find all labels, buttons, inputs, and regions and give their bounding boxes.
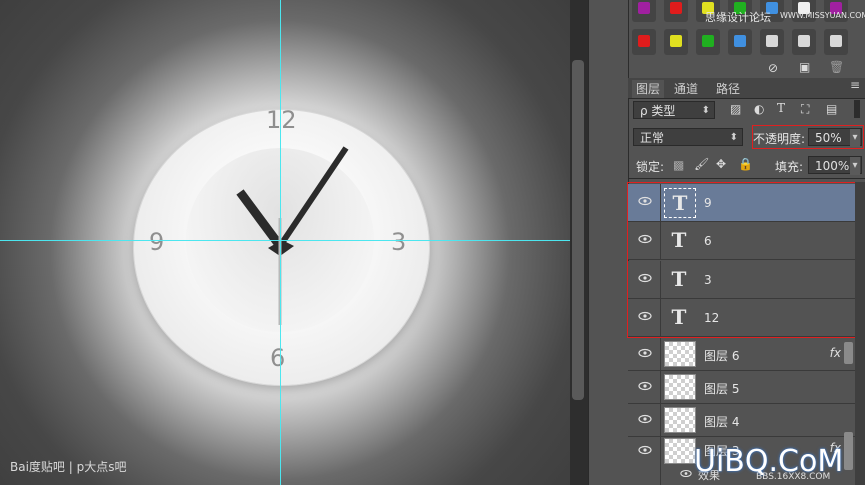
type-filter-icon[interactable]: T bbox=[777, 101, 785, 115]
style-swatch[interactable] bbox=[664, 29, 688, 55]
eye-icon[interactable] bbox=[638, 381, 652, 391]
eye-icon[interactable] bbox=[638, 311, 652, 321]
canvas-scrollbar-thumb[interactable] bbox=[572, 60, 584, 400]
fill-value: 100% bbox=[815, 159, 850, 173]
layer-divider bbox=[660, 184, 661, 221]
layer-thumbnail bbox=[664, 438, 696, 464]
layer-row-12[interactable]: T 12 bbox=[628, 299, 855, 337]
layer-divider bbox=[660, 404, 661, 436]
text-layer-thumbnail: T bbox=[671, 267, 687, 291]
fx-icon[interactable]: fx bbox=[830, 346, 841, 360]
layer-row-layer4[interactable]: 图层 4 bbox=[628, 404, 855, 437]
layer-thumbnail bbox=[664, 341, 696, 367]
minute-hand bbox=[277, 146, 349, 248]
layer-filter-kind-label: ρ 类型 bbox=[640, 104, 676, 118]
layer-row-layer6[interactable]: 图层 6 fx bbox=[628, 338, 855, 371]
layer-name: 3 bbox=[704, 273, 712, 287]
layer-divider bbox=[660, 222, 661, 259]
layer-name: 9 bbox=[704, 196, 712, 210]
layer-row-3[interactable]: T 3 bbox=[628, 261, 855, 299]
lock-label: 锁定: bbox=[636, 160, 665, 174]
text-layer-thumbnail: T bbox=[664, 188, 696, 218]
lock-brush-icon[interactable]: 🖌 bbox=[694, 157, 709, 171]
eye-icon[interactable] bbox=[638, 273, 652, 283]
tab-layers[interactable]: 图层 bbox=[632, 80, 665, 98]
eye-icon[interactable] bbox=[638, 196, 652, 206]
filter-toggle[interactable] bbox=[854, 100, 860, 118]
blend-mode-value: 正常 bbox=[640, 131, 665, 145]
layer-name: 图层 5 bbox=[704, 382, 740, 396]
style-swatch[interactable] bbox=[824, 29, 848, 55]
no-icon[interactable]: ⊘ bbox=[768, 61, 778, 75]
layer-filter-kind[interactable]: ρ 类型 ⬍ bbox=[633, 101, 715, 119]
style-swatch[interactable] bbox=[792, 29, 816, 55]
tab-channels[interactable]: 通道 bbox=[674, 80, 698, 97]
image-filter-icon[interactable]: ▨ bbox=[730, 102, 741, 116]
opacity-label: 不透明度: bbox=[753, 132, 806, 146]
style-swatch[interactable] bbox=[664, 0, 688, 22]
layer-divider bbox=[660, 261, 661, 298]
top-watermark-cn: 思缘设计论坛 bbox=[705, 11, 771, 24]
panel-menu-icon[interactable]: ≡ bbox=[850, 78, 860, 92]
layer-row-layer5[interactable]: 图层 5 bbox=[628, 371, 855, 404]
eye-icon[interactable] bbox=[638, 414, 652, 424]
trash-icon[interactable]: 🗑 bbox=[829, 60, 844, 74]
eye-icon[interactable] bbox=[638, 445, 652, 455]
layer-divider bbox=[660, 338, 661, 370]
layers-scrollbar-thumb[interactable] bbox=[844, 342, 853, 364]
top-watermark-url: WWW.MISSYUAN.COM bbox=[780, 11, 865, 20]
new-style-icon[interactable]: ▣ bbox=[799, 60, 810, 74]
adjust-filter-icon[interactable]: ◐ bbox=[754, 102, 764, 116]
eye-icon[interactable] bbox=[680, 469, 692, 478]
layer-thumbnail bbox=[664, 407, 696, 433]
style-swatch[interactable] bbox=[632, 29, 656, 55]
eye-icon[interactable] bbox=[638, 348, 652, 358]
smart-filter-icon[interactable]: ▤ bbox=[826, 102, 837, 116]
divider bbox=[628, 178, 865, 179]
fill-label: 填充: bbox=[775, 160, 804, 174]
lock-transparent-icon[interactable]: ▩ bbox=[673, 158, 684, 172]
style-swatch[interactable] bbox=[696, 29, 720, 55]
layer-name: 图层 6 bbox=[704, 349, 740, 363]
fill-input[interactable]: 100% ▾ bbox=[808, 156, 862, 175]
style-swatch[interactable] bbox=[760, 29, 784, 55]
layer-name: 12 bbox=[704, 311, 720, 325]
lock-all-icon[interactable]: 🔒 bbox=[738, 157, 753, 171]
layer-divider bbox=[660, 437, 661, 485]
canvas-watermark: Bai度贴吧 | p大点s吧 bbox=[10, 460, 127, 474]
clock-hands bbox=[236, 146, 349, 325]
chevron-down-icon: ⬍ bbox=[729, 132, 738, 143]
guide-horizontal[interactable] bbox=[0, 240, 570, 241]
layer-divider bbox=[660, 371, 661, 403]
opacity-input[interactable]: 50% ▾ bbox=[808, 128, 862, 147]
text-layer-thumbnail: T bbox=[671, 228, 687, 252]
panel-dock-strip bbox=[588, 0, 629, 485]
layer-name: 图层 4 bbox=[704, 415, 740, 429]
tab-paths[interactable]: 路径 bbox=[716, 80, 740, 97]
layers-scrollbar-thumb-lower[interactable] bbox=[844, 432, 853, 470]
text-layer-thumbnail: T bbox=[671, 305, 687, 329]
chevron-down-icon[interactable]: ▾ bbox=[850, 157, 860, 175]
lock-move-icon[interactable]: ✥ bbox=[716, 157, 726, 171]
style-swatch[interactable] bbox=[728, 29, 752, 55]
bottom-watermark-sub: BBS.16XX8.COM bbox=[756, 472, 831, 482]
chevron-down-icon: ⬍ bbox=[701, 105, 710, 116]
layer-thumbnail bbox=[664, 374, 696, 400]
blend-mode-select[interactable]: 正常 ⬍ bbox=[633, 128, 743, 146]
layer-name: 6 bbox=[704, 234, 712, 248]
opacity-value: 50% bbox=[815, 131, 842, 145]
document-canvas[interactable]: 12 3 6 9 Bai度贴吧 | p大点s吧 bbox=[0, 0, 570, 485]
style-swatch[interactable] bbox=[632, 0, 656, 22]
layer-row-9[interactable]: T 9 bbox=[628, 184, 855, 222]
guide-vertical[interactable] bbox=[280, 0, 281, 485]
chevron-down-icon[interactable]: ▾ bbox=[850, 129, 860, 147]
layer-divider bbox=[660, 299, 661, 336]
eye-icon[interactable] bbox=[638, 234, 652, 244]
layers-tab-bar: 图层 通道 路径 ≡ bbox=[628, 78, 865, 99]
hour-hand bbox=[236, 189, 284, 249]
layer-row-6[interactable]: T 6 bbox=[628, 222, 855, 260]
layers-scrollbar-track bbox=[855, 182, 865, 485]
shape-filter-icon[interactable]: ⛶ bbox=[801, 102, 809, 117]
